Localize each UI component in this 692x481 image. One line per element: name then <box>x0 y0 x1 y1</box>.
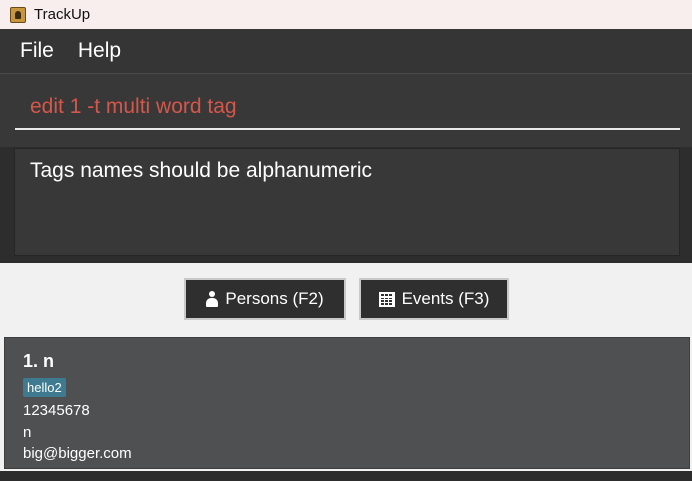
person-list[interactable]: 1. n hello2 12345678 n big@bigger.com <box>0 335 692 481</box>
status-bar <box>0 471 692 481</box>
menu-file[interactable]: File <box>20 39 54 63</box>
command-input[interactable] <box>15 86 680 130</box>
person-tag: hello2 <box>23 378 66 397</box>
persons-tab-button[interactable]: Persons (F2) <box>184 278 346 320</box>
events-tab-button[interactable]: Events (F3) <box>359 278 509 320</box>
menu-bar: File Help <box>0 29 692 73</box>
command-area: Tags names should be alphanumeric <box>0 73 692 263</box>
result-message: Tags names should be alphanumeric <box>30 159 373 182</box>
command-box <box>0 73 692 147</box>
title-bar: TrackUp <box>0 0 692 29</box>
person-email: big@bigger.com <box>23 445 132 462</box>
menu-help[interactable]: Help <box>78 39 121 63</box>
tab-bar: Persons (F2) Events (F3) <box>0 263 692 335</box>
calendar-icon <box>378 291 395 307</box>
window-title: TrackUp <box>34 6 91 23</box>
persons-tab-label: Persons (F2) <box>225 289 324 308</box>
person-address: n <box>23 424 32 441</box>
person-icon <box>206 291 219 307</box>
events-tab-label: Events (F3) <box>401 289 490 308</box>
person-card[interactable]: 1. n hello2 12345678 n big@bigger.com <box>4 337 690 469</box>
result-display: Tags names should be alphanumeric <box>14 148 680 256</box>
app-icon <box>10 6 26 23</box>
person-phone: 12345678 <box>23 402 90 419</box>
person-name: 1. n <box>23 351 55 371</box>
